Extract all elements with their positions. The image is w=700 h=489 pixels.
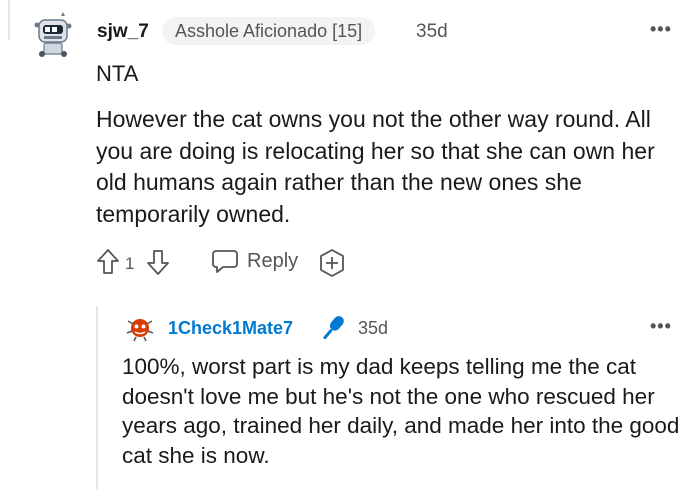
reply-author[interactable]: 1Check1Mate7 xyxy=(168,318,293,339)
reply-thread-line xyxy=(96,306,98,489)
microphone-icon xyxy=(323,316,344,340)
reply-age: 35d xyxy=(358,318,389,338)
reply-body: 100%, worst part is my dad keeps telling… xyxy=(122,354,680,468)
user-flair: Asshole Aficionado [15] xyxy=(162,17,376,45)
downvote-button[interactable] xyxy=(146,248,170,276)
reply-bubble-icon xyxy=(212,250,238,273)
reply-label: Reply xyxy=(247,249,299,272)
comment-body: However the cat owns you not the other w… xyxy=(96,106,655,227)
more-options-icon[interactable]: ••• xyxy=(650,20,672,38)
snoo-robot-avatar-icon[interactable] xyxy=(28,10,78,60)
award-button[interactable] xyxy=(317,248,347,278)
comment-author[interactable]: sjw_7 xyxy=(97,21,149,43)
vote-count: 1 xyxy=(125,254,135,273)
upvote-icon xyxy=(97,249,119,274)
reply-avatar-icon[interactable] xyxy=(124,313,156,345)
thread-line-left xyxy=(8,0,10,40)
reply-button[interactable]: Reply xyxy=(211,248,298,274)
upvote-button[interactable] xyxy=(96,248,120,276)
comment-actions: 1 Reply xyxy=(96,248,496,280)
comment-verdict: NTA xyxy=(96,61,139,86)
downvote-icon xyxy=(147,250,169,275)
more-options-icon[interactable]: ••• xyxy=(650,317,672,335)
comment-age: 35d xyxy=(416,21,448,42)
award-plus-icon xyxy=(320,249,344,277)
